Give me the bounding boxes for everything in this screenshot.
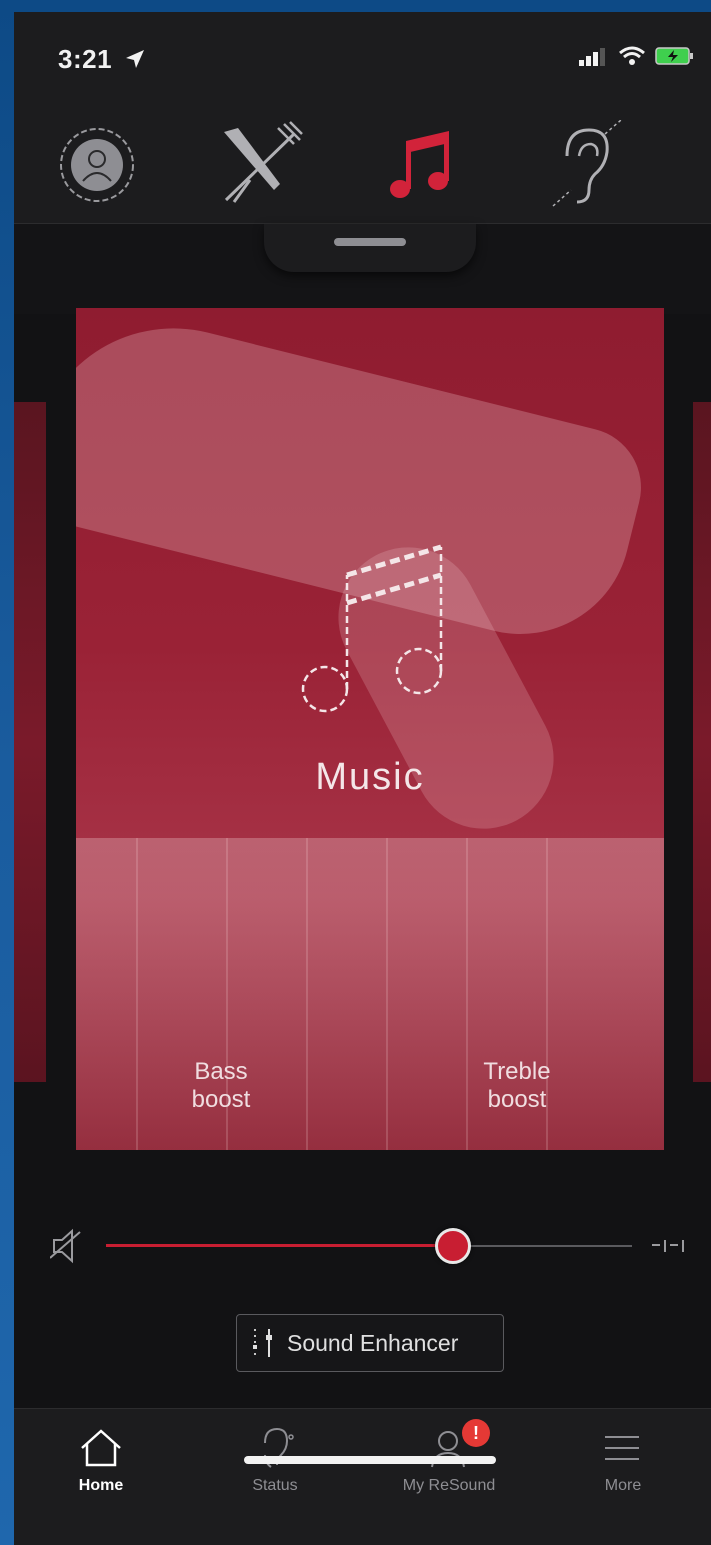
tab-home[interactable]: Home (14, 1409, 188, 1509)
menu-icon (605, 1436, 639, 1460)
status-icons (579, 46, 695, 66)
app-screen: 3:21 Music Bass boost Treble boost Sound… (14, 12, 711, 1545)
tab-my-resound-label: My ReSound (402, 1477, 496, 1494)
sliders-icon (253, 1329, 272, 1357)
volume-slider[interactable] (14, 1212, 711, 1282)
volume-max-icon[interactable] (652, 1234, 692, 1258)
drawer-grabber[interactable] (334, 238, 406, 246)
home-indicator[interactable] (244, 1456, 496, 1464)
music-note-outline-icon (301, 544, 443, 713)
tab-status-label: Status (252, 1477, 298, 1494)
tab-more-label: More (604, 1477, 642, 1494)
ear-icon (552, 120, 622, 207)
next-program-card[interactable] (693, 402, 711, 1082)
treble-boost-label[interactable]: Treble boost (442, 1058, 592, 1114)
program-all-around[interactable] (52, 120, 142, 210)
volume-mute-icon[interactable] (50, 1228, 84, 1264)
bass-boost-label[interactable]: Bass boost (146, 1058, 296, 1114)
drawer-handle[interactable] (264, 224, 476, 272)
battery-icon (655, 47, 693, 65)
signal-icon (579, 48, 605, 66)
program-title: Music (315, 756, 425, 798)
program-card-music[interactable]: Music Bass boost Treble boost (76, 308, 664, 1150)
tab-home-label: Home (78, 1477, 124, 1494)
clock: 3:21 (58, 44, 113, 74)
wifi-icon (619, 46, 645, 65)
program-restaurant[interactable] (214, 120, 304, 210)
volume-thumb[interactable] (435, 1228, 472, 1264)
tab-more[interactable]: More (536, 1409, 710, 1509)
notification-badge: ! (462, 1419, 490, 1447)
sound-enhancer-label: Sound Enhancer (287, 1329, 459, 1356)
program-selector (14, 102, 711, 224)
program-hearing-loop[interactable] (540, 120, 630, 210)
sound-enhancer-button[interactable]: Sound Enhancer (236, 1314, 504, 1372)
music-note-icon (390, 131, 449, 198)
location-arrow-icon (126, 50, 144, 68)
knife-fork-icon (224, 121, 303, 203)
home-icon (81, 1429, 121, 1467)
person-circle-icon (60, 128, 134, 202)
tab-bar: Home Status ! My ReSound More (14, 1408, 711, 1545)
status-bar: 3:21 (14, 12, 711, 102)
previous-program-card[interactable] (14, 402, 46, 1082)
volume-track-fill (106, 1244, 454, 1247)
program-music[interactable] (376, 120, 466, 210)
